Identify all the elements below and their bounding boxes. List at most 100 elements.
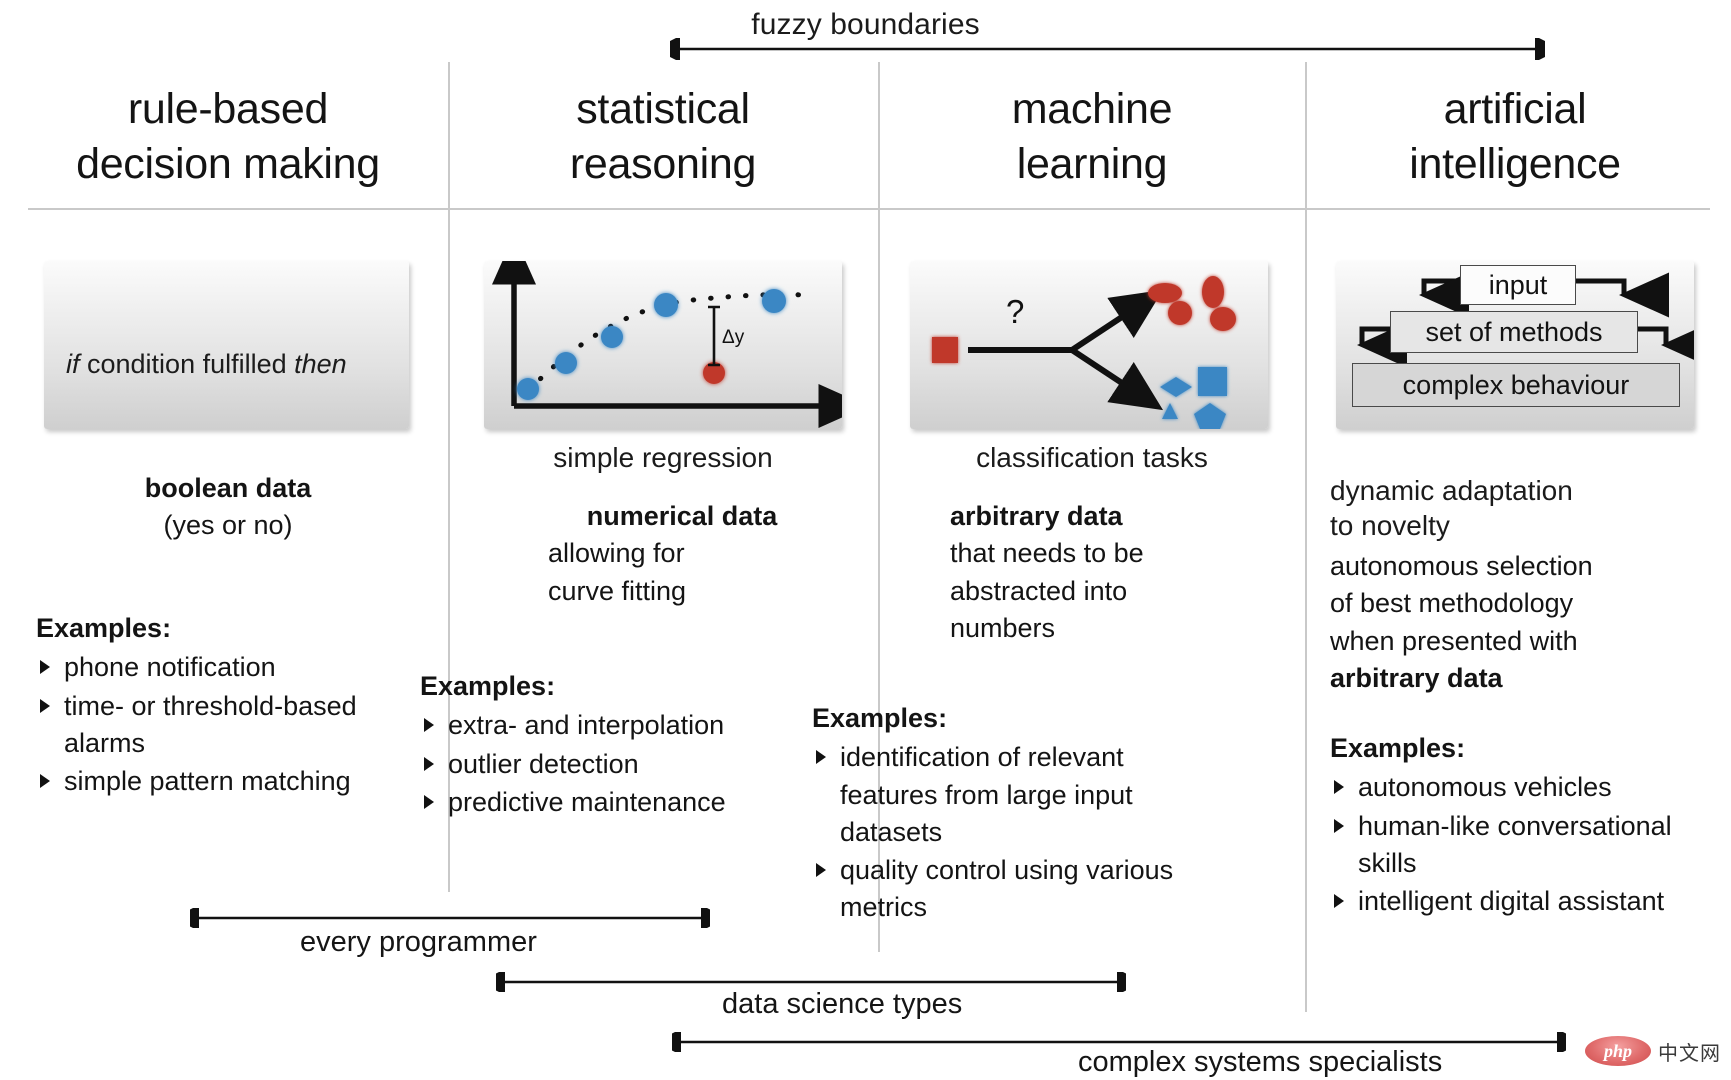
bullet-triangle-icon bbox=[424, 718, 434, 733]
data-type-arbitrary-ml-sub: that needs to be abstracted into numbers bbox=[950, 538, 1144, 643]
ai-paragraph: autonomous selection of best methodology… bbox=[1330, 548, 1720, 697]
ai-paragraph-bold: arbitrary data bbox=[1330, 662, 1503, 693]
examples-list-artificial-intelligence: autonomous vehicles human-like conversat… bbox=[1330, 769, 1730, 920]
bullet-triangle-icon bbox=[816, 863, 826, 877]
list-item-label: predictive maintenance bbox=[448, 786, 726, 817]
bullet-triangle-icon bbox=[40, 660, 50, 675]
examples-machine-learning: Examples: identification of relevant fea… bbox=[812, 700, 1207, 928]
data-type-boolean-title: boolean data bbox=[144, 473, 312, 503]
examples-label-machine-learning: Examples: bbox=[812, 703, 948, 733]
list-item: outlier detection bbox=[420, 746, 860, 783]
list-item: extra- and interpolation bbox=[420, 707, 860, 744]
list-item: quality control using various metrics bbox=[812, 852, 1207, 927]
examples-label-rule-based: Examples: bbox=[36, 613, 172, 643]
examples-label-artificial-intelligence: Examples: bbox=[1330, 733, 1466, 763]
caption-classification-tasks: classification tasks bbox=[976, 442, 1208, 473]
heading-line-1: artificial bbox=[1443, 85, 1587, 133]
classification-illustration: ? bbox=[910, 261, 1268, 429]
keyword-then: then bbox=[294, 349, 347, 380]
heading-line-1: statistical bbox=[576, 85, 750, 133]
bullet-triangle-icon bbox=[1334, 818, 1344, 833]
list-item-label: time- or threshold-based alarms bbox=[64, 690, 357, 758]
arrow-every-programmer bbox=[190, 908, 710, 928]
fuzzy-boundaries-arrow bbox=[670, 38, 1545, 60]
fuzzy-boundaries-label: fuzzy boundaries bbox=[751, 8, 980, 41]
divider-heading-rule bbox=[28, 208, 1710, 210]
list-item: identification of relevant features from… bbox=[812, 739, 1207, 851]
column-heading-artificial-intelligence: artificial intelligence bbox=[1313, 82, 1717, 192]
caption-simple-regression: simple regression bbox=[553, 442, 773, 473]
list-item-label: intelligent digital assistant bbox=[1358, 886, 1665, 916]
list-item-label: human-like conversational skills bbox=[1358, 810, 1672, 878]
examples-list-statistical: extra- and interpolation outlier detecti… bbox=[420, 707, 860, 821]
flow-box-set-of-methods: set of methods bbox=[1390, 311, 1638, 353]
heading-line-1: machine bbox=[1011, 85, 1173, 133]
diagram-root: fuzzy boundaries rule-based decision mak… bbox=[0, 0, 1731, 1080]
pseudocode-illustration: if condition fulfilled then activity 1 e… bbox=[44, 261, 409, 429]
list-item-label: simple pattern matching bbox=[64, 766, 351, 796]
bullet-triangle-icon bbox=[424, 756, 434, 771]
watermark-php-logo: php bbox=[1585, 1036, 1651, 1066]
watermark-chinese-text: 中文网 bbox=[1658, 1042, 1721, 1065]
flow-box-input-label: input bbox=[1488, 269, 1548, 300]
column-heading-rule-based: rule-based decision making bbox=[18, 82, 438, 192]
data-type-arbitrary-ml-title: arbitrary data bbox=[950, 501, 1123, 531]
bullet-triangle-icon bbox=[424, 794, 434, 809]
bullet-triangle-icon bbox=[40, 698, 50, 713]
heading-line-1: rule-based bbox=[127, 85, 329, 133]
flow-box-methods-label: set of methods bbox=[1425, 316, 1603, 347]
examples-rule-based: Examples: phone notification time- or th… bbox=[36, 610, 436, 801]
caption-dynamic-adaptation: dynamic adaptation to novelty bbox=[1330, 438, 1702, 543]
data-type-arbitrary-ml: arbitrary data that needs to be abstract… bbox=[890, 498, 1280, 647]
pseudocode-condition: condition fulfilled bbox=[79, 349, 295, 380]
list-item: time- or threshold-based alarms bbox=[36, 688, 436, 763]
arrow-label-data-science-types: data science types bbox=[722, 988, 963, 1020]
data-type-numerical-title: numerical data bbox=[586, 501, 778, 531]
caption-dynamic-adaptation-text: dynamic adaptation to novelty bbox=[1330, 475, 1573, 541]
regression-plot: Δy bbox=[492, 261, 842, 428]
bullet-triangle-icon bbox=[1334, 894, 1344, 908]
list-item-label: quality control using various metrics bbox=[840, 855, 1174, 923]
examples-list-rule-based: phone notification time- or threshold-ba… bbox=[36, 649, 436, 800]
classification-diagram: ? bbox=[932, 276, 1236, 429]
examples-statistical: Examples: extra- and interpolation outli… bbox=[420, 668, 860, 822]
examples-list-machine-learning: identification of relevant features from… bbox=[812, 739, 1207, 926]
pseudocode-text: if condition fulfilled then activity 1 e… bbox=[66, 279, 347, 429]
list-item-label: phone notification bbox=[64, 652, 276, 683]
ai-paragraph-text: autonomous selection of best methodology… bbox=[1330, 551, 1593, 656]
data-type-numerical-sub: allowing for curve fitting bbox=[548, 538, 687, 606]
arrow-label-complex-systems-specialists: complex systems specialists bbox=[1078, 1046, 1443, 1078]
list-item: phone notification bbox=[36, 649, 436, 686]
list-item-label: autonomous vehicles bbox=[1358, 772, 1612, 803]
heading-line-2: reasoning bbox=[569, 140, 757, 189]
flow-box-complex-label: complex behaviour bbox=[1402, 369, 1630, 400]
list-item: human-like conversational skills bbox=[1330, 808, 1730, 883]
examples-label-statistical: Examples: bbox=[420, 671, 556, 701]
arrow-label-every-programmer: every programmer bbox=[300, 926, 537, 958]
data-type-boolean-sub: (yes or no) bbox=[163, 510, 293, 541]
heading-line-2: intelligence bbox=[1409, 140, 1621, 189]
keyword-if: if bbox=[66, 349, 80, 380]
list-item: autonomous vehicles bbox=[1330, 769, 1730, 806]
data-type-boolean: boolean data (yes or no) bbox=[18, 470, 438, 545]
data-type-numerical: numerical data allowing for curve fittin… bbox=[492, 498, 872, 610]
column-heading-machine-learning: machine learning bbox=[886, 82, 1298, 192]
bullet-triangle-icon bbox=[40, 774, 50, 788]
list-item: intelligent digital assistant bbox=[1330, 883, 1730, 920]
flow-box-input: input bbox=[1460, 265, 1576, 305]
list-item-label: outlier detection bbox=[448, 748, 639, 779]
delta-y-label: Δy bbox=[722, 327, 745, 348]
question-mark-label: ? bbox=[1006, 293, 1024, 330]
watermark: php 中文网 bbox=[1585, 1036, 1721, 1066]
list-item-label: extra- and interpolation bbox=[448, 710, 725, 741]
list-item: simple pattern matching bbox=[36, 763, 436, 800]
regression-illustration: Δy bbox=[484, 261, 842, 429]
heading-line-2: decision making bbox=[76, 140, 380, 189]
divider-col3-col4 bbox=[1305, 62, 1307, 1012]
column-heading-statistical-reasoning: statistical reasoning bbox=[456, 82, 870, 192]
list-item: predictive maintenance bbox=[420, 784, 860, 821]
list-item-label: identification of relevant features from… bbox=[840, 742, 1133, 847]
bullet-triangle-icon bbox=[1334, 780, 1344, 795]
examples-artificial-intelligence: Examples: autonomous vehicles human-like… bbox=[1330, 730, 1730, 921]
heading-line-2: learning bbox=[1016, 140, 1168, 189]
